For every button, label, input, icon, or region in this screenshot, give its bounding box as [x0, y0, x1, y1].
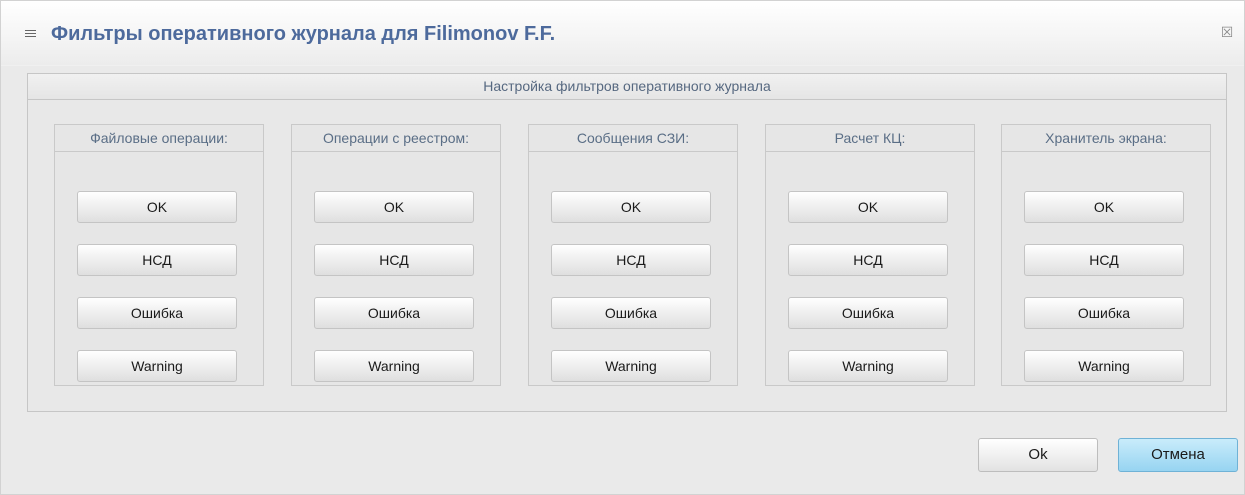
registry-warning-button[interactable]: Warning [314, 350, 474, 382]
screensaver-ok-button[interactable]: OK [1024, 191, 1184, 223]
file-nsd-button[interactable]: НСД [77, 244, 237, 276]
cancel-button[interactable]: Отмена [1118, 438, 1238, 472]
screensaver-nsd-button[interactable]: НСД [1024, 244, 1184, 276]
panel-title: Операции с реестром: [292, 125, 500, 152]
panel-registry-operations: Операции с реестром: OK НСД Ошибка Warni… [291, 124, 501, 386]
close-icon[interactable]: ☒ [1216, 22, 1238, 42]
screensaver-warning-button[interactable]: Warning [1024, 350, 1184, 382]
file-ok-button[interactable]: OK [77, 191, 237, 223]
filter-settings-group: Настройка фильтров оперативного журнала … [27, 73, 1227, 412]
panel-szi-messages: Сообщения СЗИ: OK НСД Ошибка Warning [528, 124, 738, 386]
menu-lines-icon[interactable] [25, 30, 36, 38]
szi-warning-button[interactable]: Warning [551, 350, 711, 382]
kc-ok-button[interactable]: OK [788, 191, 948, 223]
szi-error-button[interactable]: Ошибка [551, 297, 711, 329]
panel-title: Файловые операции: [55, 125, 263, 152]
group-header: Настройка фильтров оперативного журнала [28, 74, 1226, 100]
panel-screensaver: Хранитель экрана: OK НСД Ошибка Warning [1001, 124, 1211, 386]
panel-title: Сообщения СЗИ: [529, 125, 737, 152]
kc-nsd-button[interactable]: НСД [788, 244, 948, 276]
screensaver-error-button[interactable]: Ошибка [1024, 297, 1184, 329]
kc-error-button[interactable]: Ошибка [788, 297, 948, 329]
window-title: Фильтры оперативного журнала для Filimon… [51, 23, 556, 45]
file-warning-button[interactable]: Warning [77, 350, 237, 382]
filters-dialog: Фильтры оперативного журнала для Filimon… [0, 0, 1245, 495]
file-error-button[interactable]: Ошибка [77, 297, 237, 329]
kc-warning-button[interactable]: Warning [788, 350, 948, 382]
szi-ok-button[interactable]: OK [551, 191, 711, 223]
szi-nsd-button[interactable]: НСД [551, 244, 711, 276]
title-bar: Фильтры оперативного журнала для Filimon… [1, 1, 1244, 66]
panel-title: Хранитель экрана: [1002, 125, 1210, 152]
panel-file-operations: Файловые операции: OK НСД Ошибка Warning [54, 124, 264, 386]
registry-ok-button[interactable]: OK [314, 191, 474, 223]
ok-button[interactable]: Ok [978, 438, 1098, 472]
registry-error-button[interactable]: Ошибка [314, 297, 474, 329]
registry-nsd-button[interactable]: НСД [314, 244, 474, 276]
panel-title: Расчет КЦ: [766, 125, 974, 152]
panel-kc-calculation: Расчет КЦ: OK НСД Ошибка Warning [765, 124, 975, 386]
